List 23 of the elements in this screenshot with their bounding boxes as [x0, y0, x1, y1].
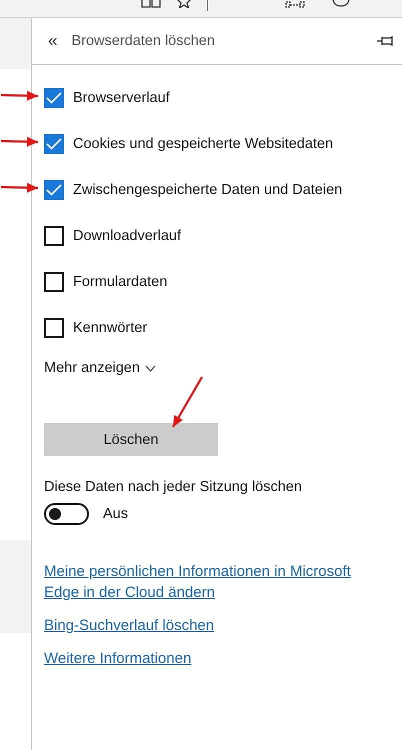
checkbox[interactable]: [44, 88, 64, 108]
checkbox[interactable]: [44, 226, 64, 246]
panel-title: Browserdaten löschen: [71, 33, 216, 49]
link[interactable]: Meine persönlichen Informationen in Microsoft Edge in der Cloud ändern: [44, 561, 374, 603]
checkbox-label: Downloadverlauf: [73, 228, 182, 244]
link[interactable]: Bing-Suchverlauf löschen: [44, 615, 374, 636]
checkbox-label: Formulardaten: [73, 274, 168, 290]
back-button[interactable]: «: [48, 31, 58, 51]
checkbox[interactable]: [44, 134, 64, 154]
checkbox-label: Browserverlauf: [73, 90, 170, 106]
checkbox[interactable]: [44, 318, 64, 338]
setting-label: Diese Daten nach jeder Sitzung löschen: [44, 479, 303, 495]
pin-icon[interactable]: [376, 35, 394, 47]
checkbox-label: Zwischengespeicherte Daten und Dateien: [73, 182, 342, 198]
checkbox-label: Kennwörter: [73, 320, 148, 336]
link[interactable]: Weitere Informationen: [44, 648, 374, 669]
checkbox-label: Cookies und gespeicherte Websitedaten: [73, 136, 334, 152]
toggle-switch[interactable]: [44, 503, 89, 525]
checkbox[interactable]: [44, 180, 64, 200]
checkbox[interactable]: [44, 272, 64, 292]
toggle-state: Aus: [103, 506, 128, 522]
show-more-link[interactable]: Mehr anzeigen: [44, 351, 156, 385]
delete-button[interactable]: Löschen: [44, 423, 218, 456]
